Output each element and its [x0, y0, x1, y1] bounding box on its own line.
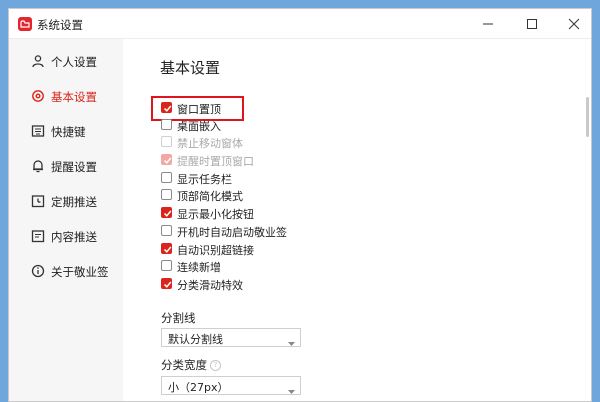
sidebar-item-about[interactable]: 关于敬业签 [9, 259, 123, 283]
checkbox[interactable] [161, 207, 172, 218]
sidebar-item-reminders[interactable]: 提醒设置 [9, 154, 123, 178]
option-label: 禁止移动窗体 [177, 137, 243, 150]
chevron-down-icon [288, 384, 295, 398]
settings-icon [31, 89, 45, 103]
chevron-down-icon [288, 336, 295, 350]
checkbox[interactable] [161, 225, 172, 236]
checkbox[interactable] [161, 102, 172, 113]
info-icon [31, 264, 45, 278]
app-logo-icon [18, 17, 32, 31]
option-label: 连续新增 [177, 261, 221, 274]
category-width-label: 分类宽度 [161, 358, 207, 372]
sidebar-item-scheduled-push[interactable]: 定期推送 [9, 189, 123, 213]
settings-panel: 基本设置 窗口置顶 桌面嵌入 禁止移动窗体 提醒时置顶窗口 显示任务栏 顶部简化… [123, 39, 591, 401]
category-width-select-value: 小（27px） [168, 381, 229, 394]
sidebar-item-label: 内容推送 [51, 230, 97, 244]
title-bar: 系统设置 [9, 9, 591, 39]
document-icon [31, 229, 45, 243]
page-title: 基本设置 [160, 59, 221, 77]
option-label: 显示最小化按钮 [177, 208, 254, 221]
close-button[interactable] [565, 15, 583, 33]
checkbox [161, 154, 172, 165]
calendar-icon [31, 194, 45, 208]
divider-select-value: 默认分割线 [168, 333, 223, 346]
keyboard-icon [31, 124, 45, 138]
sidebar-item-label: 基本设置 [51, 90, 97, 104]
option-label: 自动识别超链接 [177, 244, 254, 257]
sidebar-item-label: 关于敬业签 [51, 265, 109, 279]
help-icon[interactable]: ? [210, 360, 221, 371]
sidebar-item-label: 定期推送 [51, 195, 97, 209]
user-icon [31, 54, 45, 68]
option-label: 开机时自动启动敬业签 [177, 226, 287, 239]
sidebar-item-personal[interactable]: 个人设置 [9, 49, 123, 73]
checkbox[interactable] [161, 260, 172, 271]
sidebar-item-label: 提醒设置 [51, 160, 97, 174]
sidebar: 个人设置 基本设置 快捷键 提醒设置 定期推送 内容推送 关于敬业签 [9, 39, 123, 401]
sidebar-item-basic[interactable]: 基本设置 [9, 84, 123, 108]
sidebar-item-content-push[interactable]: 内容推送 [9, 224, 123, 248]
checkbox[interactable] [161, 278, 172, 289]
checkbox [161, 136, 172, 147]
category-width-select[interactable]: 小（27px） [161, 376, 301, 395]
divider-select[interactable]: 默认分割线 [161, 328, 301, 347]
sidebar-item-label: 个人设置 [51, 55, 97, 69]
bell-icon [31, 159, 45, 173]
option-label: 提醒时置顶窗口 [177, 155, 254, 168]
checkbox[interactable] [161, 172, 172, 183]
checkbox[interactable] [161, 243, 172, 254]
option-label: 窗口置顶 [177, 103, 221, 116]
window-title: 系统设置 [37, 18, 83, 32]
checkbox[interactable] [161, 189, 172, 200]
sidebar-item-label: 快捷键 [51, 125, 86, 139]
option-label: 分类滑动特效 [177, 279, 243, 292]
settings-window: 系统设置 个人设置 基本设置 快捷键 提醒设置 定期推送 内容推送 关于敬业签 … [8, 8, 592, 402]
option-label: 桌面嵌入 [177, 120, 221, 133]
scrollbar[interactable] [586, 97, 589, 137]
divider-label: 分割线 [161, 311, 196, 325]
maximize-button[interactable] [523, 15, 541, 33]
option-label: 顶部简化模式 [177, 190, 243, 203]
option-label: 显示任务栏 [177, 173, 232, 186]
sidebar-item-shortcuts[interactable]: 快捷键 [9, 119, 123, 143]
checkbox[interactable] [161, 119, 172, 130]
minimize-button[interactable] [479, 15, 497, 33]
